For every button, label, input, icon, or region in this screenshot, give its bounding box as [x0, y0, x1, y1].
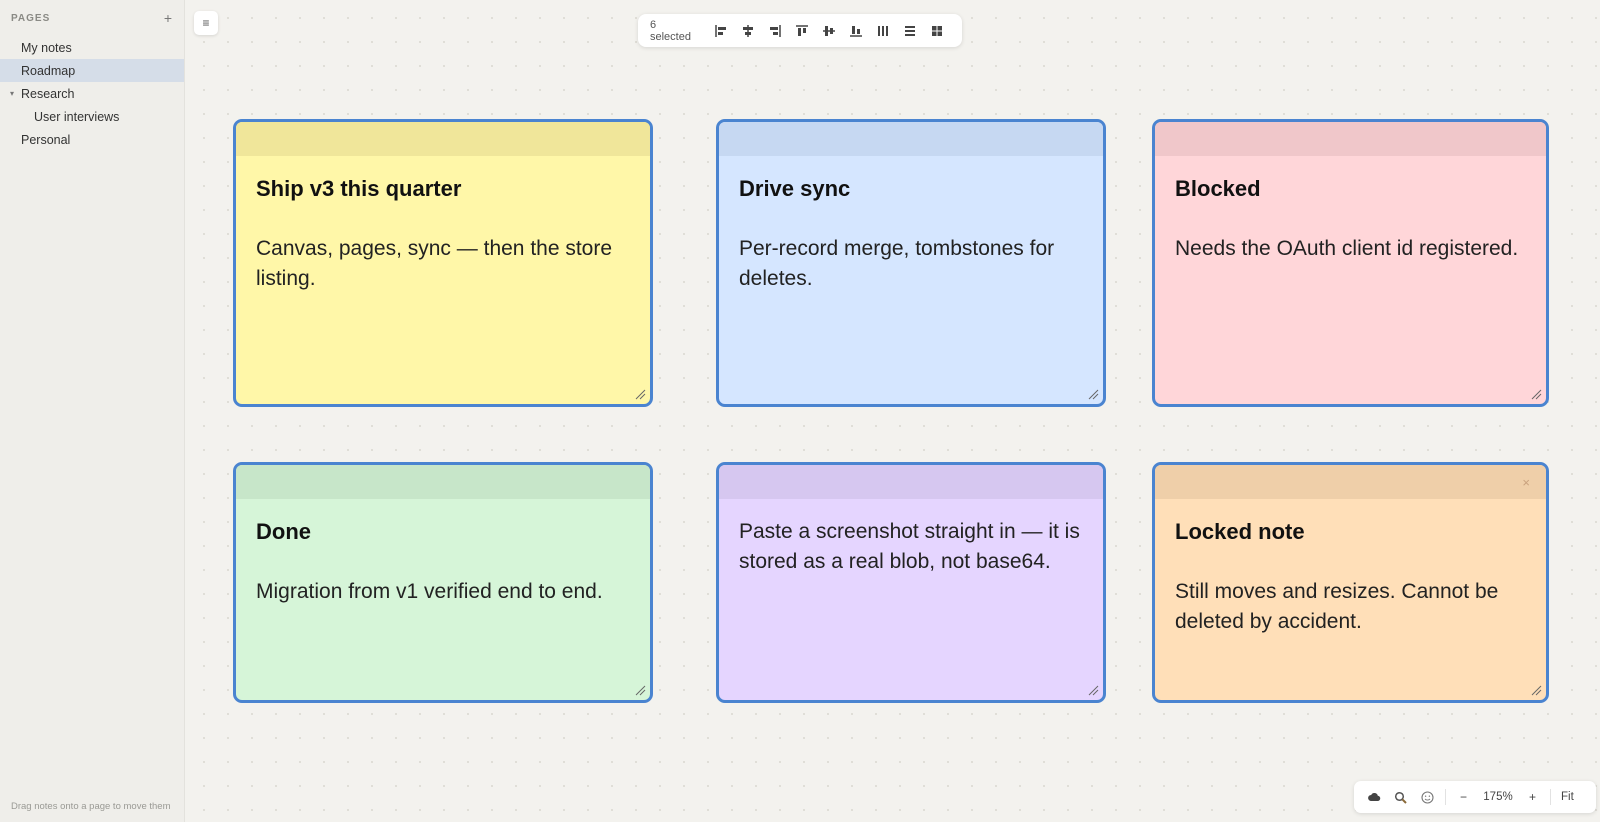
align-left-icon: [714, 24, 726, 37]
search-button[interactable]: [1387, 785, 1414, 809]
note-text: Canvas, pages, sync — then the store lis…: [256, 237, 613, 290]
note-text: Migration from v1 verified end to end.: [256, 580, 603, 603]
align-right-icon: [769, 24, 781, 37]
sticky-note[interactable]: Drive sync Per-record merge, tombstones f…: [716, 119, 1106, 407]
align-top-button[interactable]: [788, 20, 815, 42]
note-body[interactable]: Blocked Needs the OAuth client id registe…: [1155, 156, 1546, 264]
note-body[interactable]: Locked note Still moves and resizes. Cann…: [1155, 499, 1546, 637]
sidebar-item-user-interviews[interactable]: User interviews: [0, 105, 184, 128]
note-text: Paste a screenshot straight in — it is s…: [739, 520, 1080, 573]
selection-toolbar: 6 selected: [638, 14, 962, 47]
sticky-note[interactable]: Paste a screenshot straight in — it is s…: [716, 462, 1106, 703]
resize-handle-icon[interactable]: [1530, 388, 1542, 400]
zoom-divider: [1550, 789, 1551, 805]
distribute-vertical-icon: [904, 25, 915, 36]
align-middle-vertical-icon: [822, 25, 835, 36]
menu-toggle-button[interactable]: ≡: [194, 11, 218, 35]
align-bottom-button[interactable]: [842, 20, 869, 42]
note-drag-strip[interactable]: [1155, 465, 1546, 499]
search-icon: [1394, 791, 1407, 804]
note-heading: Drive sync: [739, 176, 851, 201]
sticky-note[interactable]: Blocked Needs the OAuth client id registe…: [1152, 119, 1549, 407]
sidebar-item-roadmap[interactable]: Roadmap: [0, 59, 184, 82]
note-heading: Done: [256, 519, 311, 544]
note-body[interactable]: Ship v3 this quarter Canvas, pages, sync …: [236, 156, 650, 294]
note-drag-strip[interactable]: [719, 122, 1103, 156]
zoom-controls: − 175% + Fit: [1354, 781, 1596, 813]
sidebar-item-label: User interviews: [34, 109, 120, 124]
note-text: Still moves and resizes. Cannot be delet…: [1175, 580, 1499, 633]
cloud-sync-button[interactable]: [1360, 785, 1387, 809]
distribute-horizontal-icon: [877, 25, 888, 36]
close-icon[interactable]: ×: [1522, 475, 1530, 490]
note-text: Needs the OAuth client id registered.: [1175, 237, 1519, 260]
menu-icon: ≡: [202, 16, 210, 30]
sidebar-item-label: Research: [21, 86, 75, 101]
sidebar-item-research[interactable]: ▾ Research: [0, 82, 184, 105]
align-bottom-icon: [849, 25, 862, 37]
emoji-button[interactable]: [1414, 785, 1441, 809]
sidebar-header: PAGES +: [0, 0, 184, 36]
selection-count: 6 selected: [650, 18, 691, 43]
sidebar-item-label: My notes: [21, 40, 72, 55]
emoji-icon: [1421, 790, 1434, 804]
sidebar-item-label: Roadmap: [21, 63, 76, 78]
sidebar-item-my-notes[interactable]: My notes: [0, 36, 184, 59]
sticky-note-locked[interactable]: Locked note Still moves and resizes. Cann…: [1152, 462, 1549, 703]
note-heading: Locked note: [1175, 519, 1305, 544]
sticky-note[interactable]: Ship v3 this quarter Canvas, pages, sync …: [233, 119, 653, 407]
zoom-out-button[interactable]: −: [1450, 785, 1477, 809]
grid-arrange-icon: [931, 25, 942, 36]
note-drag-strip[interactable]: [719, 465, 1103, 499]
note-body[interactable]: Drive sync Per-record merge, tombstones f…: [719, 156, 1103, 294]
note-drag-strip[interactable]: [1155, 122, 1546, 156]
align-top-icon: [795, 24, 808, 36]
note-body[interactable]: Paste a screenshot straight in — it is s…: [719, 499, 1103, 577]
chevron-down-icon[interactable]: ▾: [10, 89, 14, 98]
resize-handle-icon[interactable]: [1087, 684, 1099, 696]
zoom-level: 175%: [1483, 791, 1513, 803]
sticky-note[interactable]: Done Migration from v1 verified end to en…: [233, 462, 653, 703]
note-text: Per-record merge, tombstones for deletes…: [739, 237, 1055, 290]
note-drag-strip[interactable]: [236, 122, 650, 156]
resize-handle-icon[interactable]: [634, 684, 646, 696]
note-heading: Blocked: [1175, 176, 1261, 201]
note-drag-strip[interactable]: [236, 465, 650, 499]
note-body[interactable]: Done Migration from v1 verified end to en…: [236, 499, 650, 607]
canvas[interactable]: ≡ 6 selected Ship v3 this quarter Canvas,…: [186, 0, 1600, 822]
resize-handle-icon[interactable]: [1530, 684, 1542, 696]
distribute-horizontal-button[interactable]: [869, 20, 896, 42]
sidebar-item-label: Personal: [21, 132, 71, 147]
sidebar: PAGES + My notes Roadmap ▾ Research User int…: [0, 0, 185, 822]
zoom-divider: [1445, 789, 1446, 805]
align-center-horizontal-button[interactable]: [734, 20, 761, 42]
page-list: My notes Roadmap ▾ Research User interviews P…: [0, 36, 184, 151]
add-page-button[interactable]: +: [164, 11, 172, 25]
sidebar-item-personal[interactable]: Personal: [0, 128, 184, 151]
note-heading: Ship v3 this quarter: [256, 176, 462, 201]
cloud-icon: [1367, 792, 1380, 802]
resize-handle-icon[interactable]: [1087, 388, 1099, 400]
align-right-button[interactable]: [761, 20, 788, 42]
resize-handle-icon[interactable]: [634, 388, 646, 400]
align-middle-vertical-button[interactable]: [815, 20, 842, 42]
zoom-in-button[interactable]: +: [1519, 785, 1546, 809]
distribute-vertical-button[interactable]: [896, 20, 923, 42]
sidebar-footer-hint: Drag notes onto a page to move them: [11, 801, 171, 812]
sidebar-title: PAGES: [11, 12, 51, 24]
grid-arrange-button[interactable]: [923, 20, 950, 42]
align-left-button[interactable]: [707, 20, 734, 42]
zoom-fit-button[interactable]: Fit: [1561, 791, 1574, 803]
align-center-horizontal-icon: [742, 24, 753, 37]
